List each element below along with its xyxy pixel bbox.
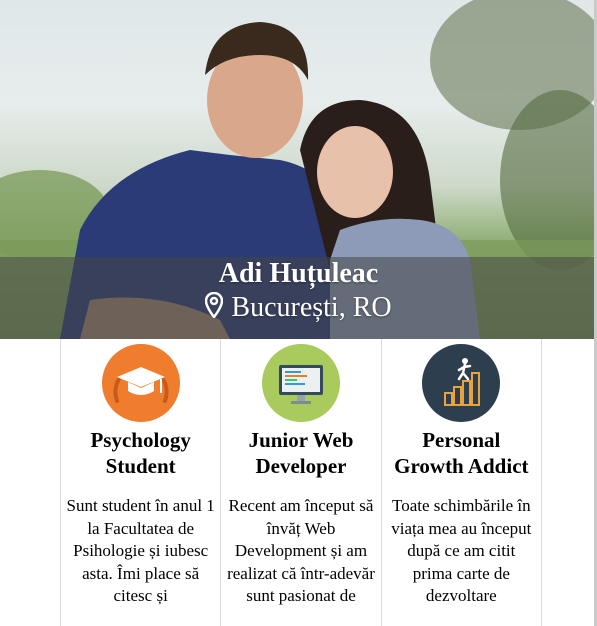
- card-text: Sunt student în anul 1 la Facultatea de …: [66, 496, 215, 605]
- card-title: Junior Web Developer: [248, 428, 354, 478]
- card-title: Psychology Student: [90, 428, 191, 478]
- card-title: Personal Growth Addict: [394, 428, 529, 478]
- card-personal-growth-addict: Personal Growth Addict Toate schimbările…: [380, 339, 542, 626]
- monitor-code-icon: [261, 344, 340, 422]
- profile-name: Adi Huțuleac: [218, 258, 379, 289]
- card-junior-web-developer: Junior Web Developer Recent am început s…: [220, 339, 380, 626]
- profile-location: București, RO: [0, 291, 597, 326]
- feature-cards: Psychology Student Sunt student în anul …: [60, 339, 542, 626]
- location-text: București, RO: [231, 292, 392, 323]
- map-pin-icon: [205, 291, 224, 326]
- card-psychology-student: Psychology Student Sunt student în anul …: [60, 339, 220, 626]
- graduation-cap-icon: [101, 344, 180, 422]
- card-text: Recent am început să învăț Web Developme…: [227, 496, 375, 605]
- card-text: Toate schimbările în viața mea au începu…: [391, 496, 532, 605]
- growth-chart-icon: [422, 344, 501, 422]
